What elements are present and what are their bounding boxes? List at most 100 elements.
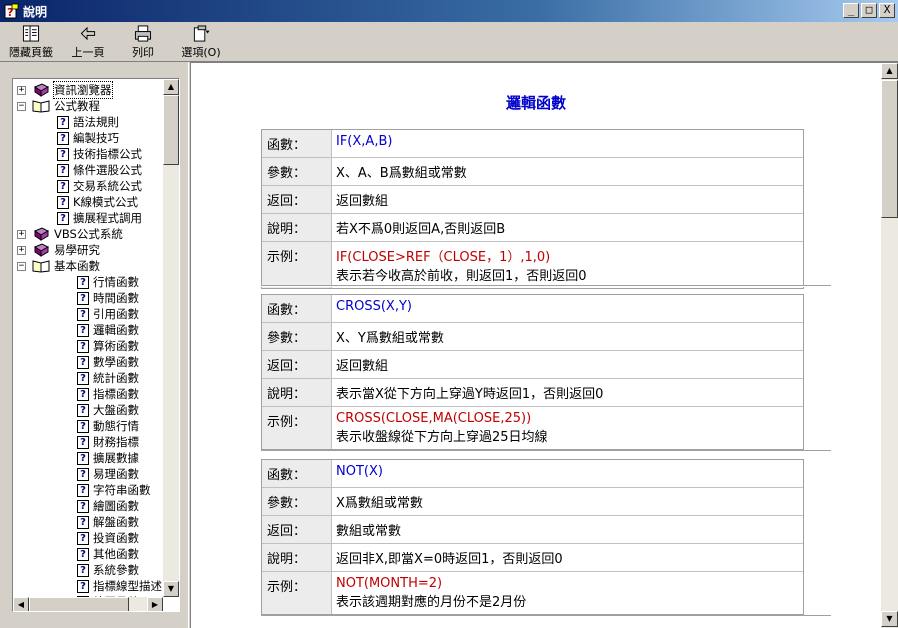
tree-item[interactable]: ? 擴展數據 [77, 450, 139, 466]
example-description: 表示該週期對應的月份不是2月份 [336, 595, 527, 610]
collapse-icon[interactable]: − [17, 101, 26, 111]
expand-icon[interactable]: + [17, 85, 26, 95]
tree-item[interactable]: + VBS公式系統 [17, 226, 123, 242]
help-page-icon: ? [77, 435, 89, 449]
tree-item-label: 資訊瀏覽器 [53, 81, 113, 99]
row-label: 函數： [262, 295, 332, 322]
title-bar: ? 說明 _ □ X [0, 0, 898, 22]
help-icon: ? [3, 3, 19, 19]
row-label: 示例： [262, 242, 332, 288]
tree-item[interactable]: ? 邏輯函數 [77, 322, 139, 338]
function-row-ret: 返回： 返回數組 [262, 186, 803, 214]
tree-item[interactable]: + 易學研究 [17, 242, 100, 258]
function-row-example: 示例： NOT(MONTH=2) 表示該週期對應的月份不是2月份 [262, 572, 803, 614]
expand-icon[interactable]: + [17, 229, 26, 239]
separator-line [261, 450, 831, 452]
tree-item[interactable]: ? 易理函數 [77, 466, 139, 482]
back-button[interactable]: 上一頁 [65, 22, 111, 60]
tree-item[interactable]: ? 指標線型描述 [77, 578, 162, 594]
tree-item[interactable]: ? 行情函數 [77, 274, 139, 290]
tree-horizontal-scrollbar[interactable]: ◀ ▶ [13, 597, 163, 611]
function-row-param: 參數： X、A、B爲數組或常數 [262, 158, 803, 186]
tree-item[interactable]: ? 大盤函數 [77, 402, 139, 418]
tree-item[interactable]: ? 系統參數 [77, 562, 139, 578]
print-button[interactable]: 列印 [121, 22, 165, 60]
tree-item[interactable]: − 公式教程 [17, 98, 100, 114]
tree-item-label: 大盤函數 [93, 403, 139, 417]
row-label: 示例： [262, 572, 332, 614]
options-button[interactable]: 選項(O) [173, 22, 229, 60]
function-block: 函數： IF(X,A,B) 參數： X、A、B爲數組或常數 返回： 返回數組 說明： 若X不爲… [261, 129, 804, 289]
help-page-icon: ? [77, 467, 89, 481]
scroll-right-icon[interactable]: ▶ [147, 597, 163, 611]
tree-item[interactable]: + 資訊瀏覽器 [17, 81, 113, 99]
contents-pane: + 資訊瀏覽器 − 公式教程? 語法規則? 編製技巧? 技術指標公式? 條件選股公式? 交易系統… [4, 66, 188, 626]
row-value: 若X不爲0則返回A,否則返回B [332, 214, 803, 241]
help-page-icon: ? [77, 563, 89, 577]
hide-tabs-button[interactable]: 隱藏頁籤 [5, 22, 57, 60]
tree-item[interactable]: ? 數學函數 [77, 354, 139, 370]
tree-item[interactable]: ? 算術函數 [77, 338, 139, 354]
tree-item[interactable]: ? 交易系統公式 [57, 178, 142, 194]
tree-vertical-scrollbar[interactable]: ▲ ▼ [163, 79, 179, 597]
tree-item-label: 技術指標公式 [73, 147, 142, 161]
tree-item[interactable]: ? 指標函數 [77, 386, 139, 402]
printer-icon [134, 25, 152, 42]
function-name: IF(X,A,B) [336, 134, 393, 149]
tree-item-label: 算術函數 [93, 339, 139, 353]
tree-item[interactable]: ? 編製技巧 [57, 130, 119, 146]
options-label: 選項(O) [181, 46, 221, 59]
tree-item[interactable]: ? 字符串函數 [77, 482, 151, 498]
help-page-icon: ? [77, 275, 89, 289]
tree-item-label: 繪圖函數 [93, 499, 139, 513]
tree-item[interactable]: ? 擴展程式調用 [57, 210, 142, 226]
help-page-icon: ? [77, 419, 89, 433]
collapse-icon[interactable]: − [17, 261, 26, 271]
topic-scroll-up-icon[interactable]: ▲ [881, 63, 898, 79]
tree-item[interactable]: ? 時間函數 [77, 290, 139, 306]
topic-scroll-down-icon[interactable]: ▼ [881, 611, 898, 627]
tree-item[interactable]: ? 條件選股公式 [57, 162, 142, 178]
tree-item[interactable]: ? 動態行情 [77, 418, 139, 434]
tree-item[interactable]: ? 引用函數 [77, 306, 139, 322]
expand-icon[interactable]: + [17, 245, 26, 255]
help-page-icon: ? [57, 195, 69, 209]
tree-item[interactable]: ? 技術指標公式 [57, 146, 142, 162]
tree-item[interactable]: ? 解盤函數 [77, 514, 139, 530]
help-page-icon: ? [57, 131, 69, 145]
topic-vertical-scrollbar[interactable]: ▲ ▼ [881, 63, 898, 628]
function-row-param: 參數： X、Y爲數組或常數 [262, 323, 803, 351]
help-page-icon: ? [57, 147, 69, 161]
tree-item[interactable]: ? 語法規則 [57, 114, 119, 130]
row-value: X、Y爲數組或常數 [332, 323, 803, 350]
function-row-desc: 說明： 返回非X,即當X=0時返回1，否則返回0 [262, 544, 803, 572]
topic-pane: 邏輯函數 函數： IF(X,A,B) 參數： X、A、B爲數組或常數 返回： 返回數組 說明… [191, 62, 898, 628]
tree-scroll-thumb[interactable] [163, 95, 179, 165]
contents-tree: + 資訊瀏覽器 − 公式教程? 語法規則? 編製技巧? 技術指標公式? 條件選股公式? 交易系統… [12, 78, 180, 612]
scroll-up-icon[interactable]: ▲ [163, 79, 179, 95]
row-label: 參數： [262, 158, 332, 185]
tree-item[interactable]: ? 其他函數 [77, 546, 139, 562]
minimize-button[interactable]: _ [843, 3, 859, 18]
tree-item-label: 條件選股公式 [73, 163, 142, 177]
tree-item[interactable]: − 基本函數 [17, 258, 100, 274]
tree-hscroll-thumb[interactable] [29, 597, 129, 611]
row-label: 返回： [262, 186, 332, 213]
help-page-icon: ? [77, 291, 89, 305]
maximize-button[interactable]: □ [861, 3, 877, 18]
row-value: 返回非X,即當X=0時返回1，否則返回0 [332, 544, 803, 571]
open-book-icon [32, 100, 50, 113]
tree-item[interactable]: ? K線模式公式 [57, 194, 138, 210]
scroll-left-icon[interactable]: ◀ [13, 597, 29, 611]
close-button[interactable]: X [879, 3, 895, 18]
topic-scroll-thumb[interactable] [881, 80, 898, 218]
tree-item[interactable]: ? 財務指標 [77, 434, 139, 450]
scroll-down-icon[interactable]: ▼ [163, 581, 179, 597]
help-page-icon: ? [57, 163, 69, 177]
row-label: 函數： [262, 460, 332, 487]
tree-item[interactable]: ? 投資函數 [77, 530, 139, 546]
example-code: NOT(MONTH=2) [336, 576, 443, 591]
tree-item-label: K線模式公式 [73, 195, 139, 209]
tree-item[interactable]: ? 繪圖函數 [77, 498, 139, 514]
tree-item[interactable]: ? 統計函數 [77, 370, 139, 386]
